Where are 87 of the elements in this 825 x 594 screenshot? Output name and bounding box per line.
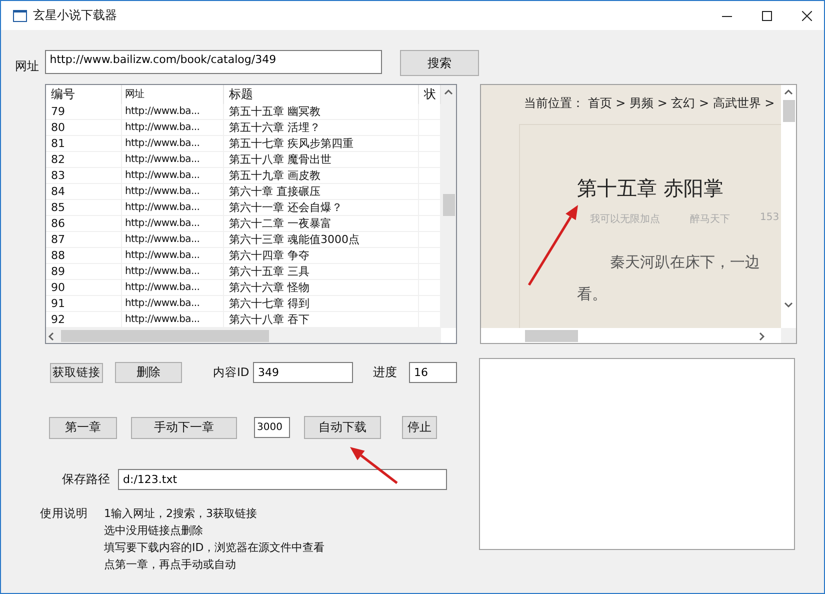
delete-button[interactable]: 删除: [115, 362, 182, 383]
table-cell: 90: [46, 280, 122, 295]
column-header[interactable]: 网址: [122, 85, 224, 104]
chapter-meta: 我可以无限加点: [590, 212, 660, 226]
table-cell: 第六十八章 吞下: [224, 312, 419, 327]
table-cell: http://www.ba...: [122, 184, 224, 199]
output-box[interactable]: [479, 358, 795, 550]
table-cell: 88: [46, 248, 122, 263]
table-cell: 85: [46, 200, 122, 215]
column-header[interactable]: 标题: [224, 85, 419, 104]
table-cell: 第六十一章 还会自爆？: [224, 200, 419, 215]
chapter-text: 秦天河趴在床下，一边: [610, 252, 761, 273]
chapter-meta: 153: [760, 212, 780, 225]
table-cell: 第五十八章 魔骨出世: [224, 152, 419, 167]
table-cell: 87: [46, 232, 122, 247]
window-title: 玄星小说下载器: [33, 7, 117, 24]
annotation-arrow: [350, 447, 398, 484]
instruction-text: 点第一章，再点手动或自动: [104, 557, 237, 573]
table-cell: 第五十五章 幽冥教: [224, 104, 419, 119]
table-cell: 79: [46, 104, 122, 119]
instructions-label: 使用说明: [40, 505, 89, 522]
stop-button[interactable]: 停止: [402, 416, 437, 439]
table-cell: http://www.ba...: [122, 312, 224, 327]
table-cell: 84: [46, 184, 122, 199]
table-cell: http://www.ba...: [122, 216, 224, 231]
window-icon: [13, 10, 27, 22]
auto-download-button[interactable]: 自动下载: [304, 416, 381, 439]
url-label: 网址: [15, 58, 40, 74]
table-cell: 第五十六章 活埋？: [224, 120, 419, 135]
interval-field[interactable]: 3000: [254, 417, 290, 438]
progress-label: 进度: [373, 364, 398, 381]
scrollbar-thumb[interactable]: [61, 330, 269, 342]
table-cell: http://www.ba...: [122, 168, 224, 183]
url-field[interactable]: http://www.bailizw.com/book/catalog/349: [44, 50, 382, 74]
instruction-text: 选中没用链接点删除: [104, 523, 204, 539]
scrollbar[interactable]: [481, 328, 781, 343]
table-cell: 第六十五章 三具: [224, 264, 419, 279]
save-path-field[interactable]: d:/123.txt: [118, 469, 447, 490]
scrollbar[interactable]: [781, 85, 796, 328]
table-cell: http://www.ba...: [122, 232, 224, 247]
get-links-button[interactable]: 获取链接: [50, 362, 103, 382]
scrollbar[interactable]: [441, 85, 456, 328]
save-path-label: 保存路径: [62, 471, 111, 488]
scrollbar-thumb[interactable]: [782, 100, 794, 122]
table-cell: 第五十九章 画皮教: [224, 168, 419, 183]
scrollbar-thumb[interactable]: [525, 330, 578, 342]
table-cell: http://www.ba...: [122, 296, 224, 311]
progress-field[interactable]: 16: [409, 362, 457, 383]
close-icon[interactable]: [802, 10, 812, 20]
instruction-text: 1输入网址，2搜索，3获取链接: [104, 506, 258, 522]
table-cell: 82: [46, 152, 122, 167]
table-cell: 第六十四章 争夺: [224, 248, 419, 263]
table-cell: 83: [46, 168, 122, 183]
table-cell: 80: [46, 120, 122, 135]
breadcrumb: 当前位置： 首页 > 男频 > 玄幻 > 高武世界 >: [524, 95, 776, 112]
table-cell: 92: [46, 312, 122, 327]
table-cell: 86: [46, 216, 122, 231]
table-cell: http://www.ba...: [122, 136, 224, 151]
table-cell: http://www.ba...: [122, 104, 224, 119]
search-button[interactable]: 搜索: [400, 50, 479, 76]
table-cell: 第六十三章 魂能值3000点: [224, 232, 419, 247]
table-cell: 91: [46, 296, 122, 311]
chapter-title: 第十五章 赤阳掌: [577, 175, 724, 202]
table-cell: 第六十六章 怪物: [224, 280, 419, 295]
chapter-meta: 醉马天下: [690, 212, 730, 226]
table-cell: http://www.ba...: [122, 120, 224, 135]
table-cell: 第五十七章 疾风步第四重: [224, 136, 419, 151]
table-cell: 第六十章 直接碾压: [224, 184, 419, 199]
table-cell: 第六十七章 得到: [224, 296, 419, 311]
table-cell: http://www.ba...: [122, 152, 224, 167]
table-cell: http://www.ba...: [122, 200, 224, 215]
first-chapter-button[interactable]: 第一章: [49, 416, 117, 438]
chapter-text: 看。: [577, 284, 608, 305]
next-chapter-button[interactable]: 手动下一章: [131, 416, 237, 438]
table-cell: http://www.ba...: [122, 264, 224, 279]
scrollbar[interactable]: [46, 328, 441, 343]
content-id-field[interactable]: 349: [253, 362, 353, 383]
scrollbar-thumb[interactable]: [442, 194, 454, 216]
table-cell: http://www.ba...: [122, 248, 224, 263]
table-cell: 81: [46, 136, 122, 151]
maximize-icon[interactable]: [762, 10, 772, 20]
column-header[interactable]: 编号: [46, 85, 122, 104]
table-cell: 第六十二章 一夜暴富: [224, 216, 419, 231]
table-cell: 89: [46, 264, 122, 279]
instruction-text: 填写要下载内容的ID，浏览器在源文件中查看: [104, 540, 325, 556]
table-cell: http://www.ba...: [122, 280, 224, 295]
content-id-label: 内容ID: [213, 365, 250, 380]
